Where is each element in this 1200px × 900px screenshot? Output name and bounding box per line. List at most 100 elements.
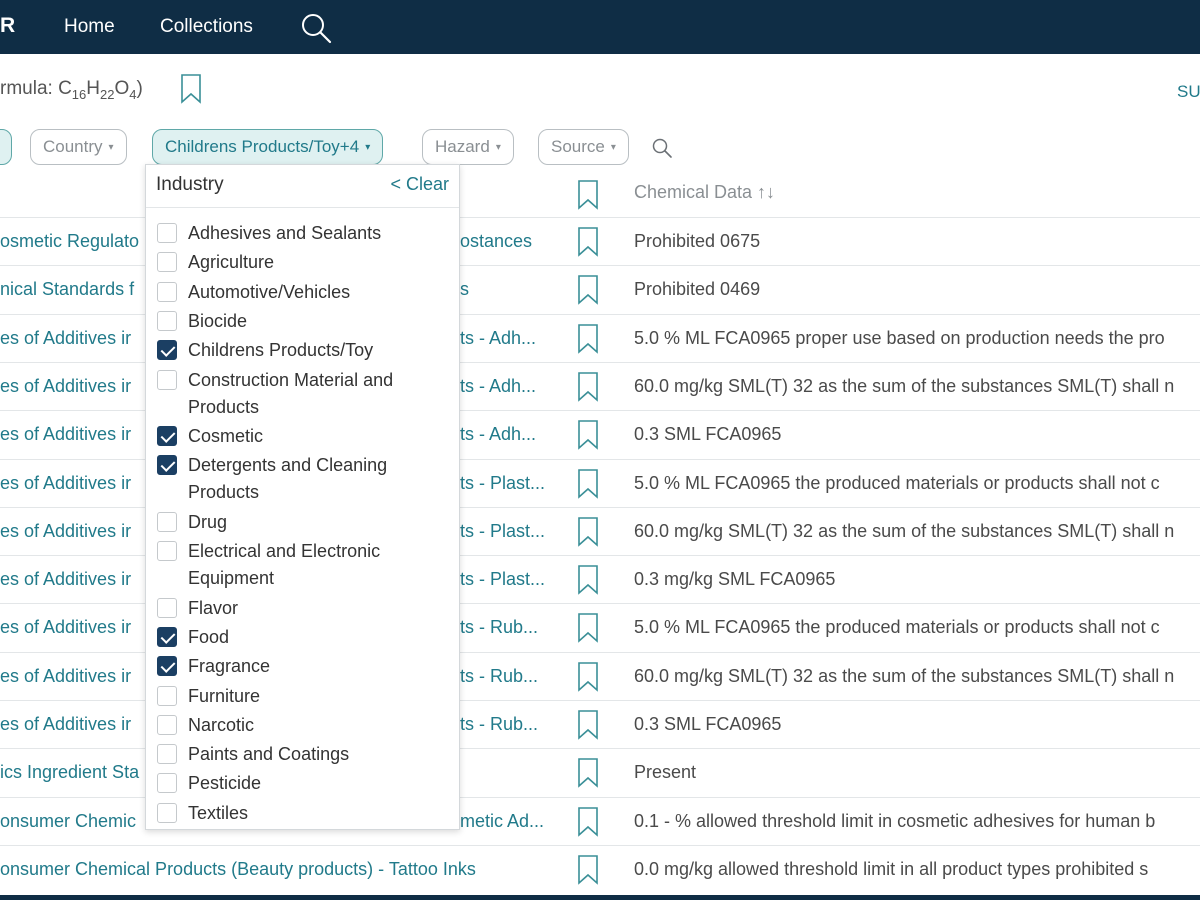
chemical-data-value: 5.0 % ML FCA0965 the produced materials … bbox=[634, 472, 1160, 493]
clear-button[interactable]: < Clear bbox=[390, 174, 449, 195]
chevron-down-icon: ▾ bbox=[610, 142, 616, 153]
top-navbar: R Home Collections bbox=[0, 0, 1200, 54]
bookmark-icon[interactable] bbox=[577, 855, 599, 885]
industry-option-label: Agriculture bbox=[188, 252, 275, 273]
chemical-data-value: Prohibited 0469 bbox=[634, 279, 761, 300]
regulation-name[interactable]: es of Additives ir bbox=[0, 521, 131, 542]
bookmark-icon[interactable] bbox=[577, 227, 599, 257]
filter-source[interactable]: Source ▾ bbox=[538, 129, 629, 165]
regulation-subtitle[interactable]: ostances bbox=[460, 231, 532, 252]
industry-option-label: Pesticide bbox=[188, 773, 262, 794]
filter-hazard[interactable]: Hazard ▾ bbox=[422, 129, 514, 165]
regulation-name[interactable]: es of Additives ir bbox=[0, 328, 131, 349]
filter-pill-partial[interactable] bbox=[0, 129, 12, 165]
bookmark-icon[interactable] bbox=[180, 74, 202, 104]
bookmark-column-icon[interactable] bbox=[577, 180, 599, 210]
brand-logo-text[interactable]: R bbox=[0, 14, 15, 38]
nav-link-collections[interactable]: Collections bbox=[160, 16, 253, 38]
regulation-name[interactable]: es of Additives ir bbox=[0, 376, 131, 397]
divider bbox=[146, 207, 459, 208]
checkbox-icon[interactable] bbox=[157, 685, 177, 706]
regulation-subtitle[interactable]: metic Ad... bbox=[460, 811, 544, 832]
regulation-name[interactable]: es of Additives ir bbox=[0, 617, 131, 638]
bottom-border bbox=[0, 895, 1200, 900]
bookmark-icon[interactable] bbox=[577, 468, 599, 499]
checkbox-icon[interactable] bbox=[157, 223, 177, 243]
checkbox-icon[interactable] bbox=[157, 541, 177, 562]
chemical-data-value: 0.1 - % allowed threshold limit in cosme… bbox=[634, 810, 1156, 831]
regulation-name[interactable]: es of Additives ir bbox=[0, 569, 131, 590]
nav-link-home[interactable]: Home bbox=[64, 16, 115, 38]
regulation-subtitle[interactable]: ts - Rub... bbox=[460, 714, 538, 735]
chemical-data-value: 0.3 SML FCA0965 bbox=[634, 714, 782, 734]
regulation-subtitle[interactable]: ts - Rub... bbox=[460, 617, 538, 638]
chemical-data-value: 0.0 mg/kg allowed threshold limit in all… bbox=[634, 858, 1149, 879]
bookmark-icon[interactable] bbox=[577, 758, 599, 789]
bookmark-icon[interactable] bbox=[577, 710, 599, 740]
regulation-subtitle[interactable]: s bbox=[460, 279, 469, 300]
bookmark-icon[interactable] bbox=[577, 661, 599, 692]
search-icon[interactable] bbox=[300, 12, 332, 44]
regulation-name[interactable]: es of Additives ir bbox=[0, 473, 131, 494]
checkbox-icon[interactable] bbox=[157, 597, 177, 618]
checkbox-icon[interactable] bbox=[157, 455, 177, 476]
bookmark-icon[interactable] bbox=[577, 372, 599, 402]
industry-option-label: Biocide bbox=[188, 310, 248, 331]
filter-country[interactable]: Country ▾ bbox=[30, 129, 127, 165]
checkbox-icon[interactable] bbox=[157, 252, 177, 273]
bookmark-icon[interactable] bbox=[577, 420, 599, 450]
checkbox-icon[interactable] bbox=[157, 773, 177, 794]
chevron-down-icon: ▾ bbox=[108, 142, 114, 153]
regulation-subtitle[interactable]: ts - Plast... bbox=[460, 521, 545, 542]
bookmark-icon[interactable] bbox=[577, 323, 599, 354]
checkbox-icon[interactable] bbox=[157, 281, 177, 302]
industry-option-label: Detergents and Cleaning Products bbox=[188, 455, 388, 503]
industry-option-label: Construction Material and Products bbox=[188, 369, 394, 417]
industry-option-label: Drug bbox=[188, 511, 228, 532]
regulation-subtitle[interactable]: ts - Plast... bbox=[460, 569, 545, 590]
bookmark-icon[interactable] bbox=[577, 806, 599, 837]
checkbox-icon[interactable] bbox=[157, 626, 177, 647]
regulation-subtitle[interactable]: ts - Plast... bbox=[460, 473, 545, 494]
checkbox-icon[interactable] bbox=[157, 340, 177, 361]
regulation-name[interactable]: onsumer Chemic bbox=[0, 811, 136, 832]
bookmark-icon[interactable] bbox=[577, 565, 599, 595]
search-icon[interactable] bbox=[651, 137, 673, 159]
checkbox-icon[interactable] bbox=[157, 511, 177, 532]
top-right-link[interactable]: SU bbox=[1177, 82, 1200, 102]
checkbox-icon[interactable] bbox=[157, 369, 177, 390]
chemical-data-column-header[interactable]: Chemical Data ↑↓ bbox=[634, 182, 775, 203]
filter-industry[interactable]: Childrens Products/Toy+4 ▾ bbox=[152, 129, 384, 165]
table-row[interactable]: onsumer Chemical Products (Beauty produc… bbox=[0, 844, 1200, 893]
checkbox-icon[interactable] bbox=[157, 426, 177, 446]
regulation-name[interactable]: es of Additives ir bbox=[0, 666, 131, 687]
regulation-name[interactable]: ics Ingredient Sta bbox=[0, 762, 139, 783]
chemical-data-value: Prohibited 0675 bbox=[634, 231, 761, 251]
regulation-subtitle[interactable]: ts - Adh... bbox=[460, 424, 536, 445]
bookmark-icon[interactable] bbox=[577, 613, 599, 644]
regulation-name[interactable]: nical Standards f bbox=[0, 279, 134, 300]
industry-option-label: Fragrance bbox=[188, 656, 271, 677]
regulation-name[interactable]: osmetic Regulato bbox=[0, 231, 139, 252]
checkbox-icon[interactable] bbox=[157, 714, 177, 735]
bookmark-icon[interactable] bbox=[577, 275, 599, 306]
checkbox-icon[interactable] bbox=[157, 802, 177, 823]
industry-option-label: Flavor bbox=[188, 597, 239, 618]
checkbox-icon[interactable] bbox=[157, 744, 177, 765]
regulation-subtitle[interactable]: ts - Rub... bbox=[460, 666, 538, 687]
dropdown-title: Industry bbox=[156, 174, 224, 195]
regulation-name[interactable]: onsumer Chemical Products (Beauty produc… bbox=[0, 859, 476, 880]
industry-dropdown: Industry < Clear Adhesives and Sealants A… bbox=[145, 164, 460, 830]
bookmark-icon[interactable] bbox=[577, 516, 599, 547]
regulation-name[interactable]: es of Additives ir bbox=[0, 714, 131, 735]
industry-option-label: Adhesives and Sealants bbox=[188, 223, 382, 243]
chevron-down-icon: ▾ bbox=[365, 142, 371, 153]
regulation-subtitle[interactable]: ts - Adh... bbox=[460, 376, 536, 397]
regulation-subtitle[interactable]: ts - Adh... bbox=[460, 328, 536, 349]
chemical-data-value: 0.3 SML FCA0965 bbox=[634, 424, 782, 445]
checkbox-icon[interactable] bbox=[157, 656, 177, 677]
industry-option-label: Furniture bbox=[188, 685, 261, 706]
checkbox-icon[interactable] bbox=[157, 310, 177, 331]
filter-source-label: Source bbox=[551, 137, 605, 156]
regulation-name[interactable]: es of Additives ir bbox=[0, 424, 131, 445]
